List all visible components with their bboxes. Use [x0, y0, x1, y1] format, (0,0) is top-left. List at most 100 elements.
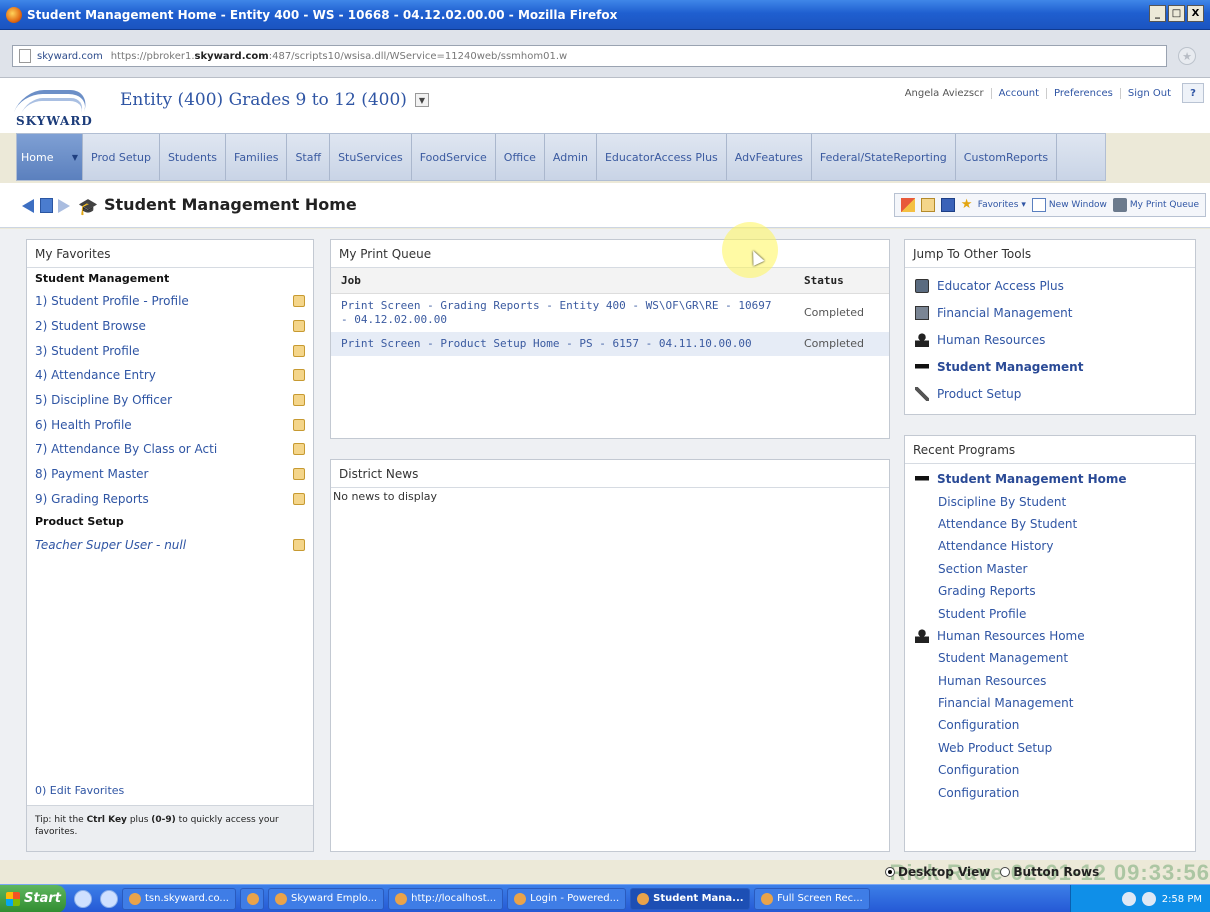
alert-icon[interactable] [900, 198, 915, 212]
favorite-item[interactable]: Teacher Super User - null [27, 532, 313, 557]
favorite-item[interactable]: 6) Health Profile [27, 412, 313, 437]
nav-item[interactable]: Staff [287, 134, 331, 180]
nav-item[interactable]: Students [160, 134, 226, 180]
nav-item[interactable]: Custom Reports [956, 134, 1058, 180]
window-titlebar: Student Management Home - Entity 400 - W… [0, 0, 1210, 30]
note-icon[interactable] [293, 295, 305, 308]
taskbar-button[interactable]: Skyward Emplo... [267, 887, 385, 910]
minimize-button[interactable]: _ [1149, 5, 1166, 22]
jump-tool-link[interactable]: Human Resources [905, 326, 1195, 353]
table-row[interactable]: Print Screen - Product Setup Home - PS -… [331, 332, 889, 356]
entity-selector[interactable]: Entity (400) Grades 9 to 12 (400) ▼ [120, 90, 429, 110]
table-row[interactable]: Print Screen - Grading Reports - Entity … [331, 294, 889, 333]
nav-item[interactable]: Food Service [412, 134, 496, 180]
favorite-item[interactable]: 5) Discipline By Officer [27, 388, 313, 413]
quicklaunch-app-icon[interactable] [100, 889, 118, 908]
favorite-item[interactable]: 4) Attendance Entry [27, 363, 313, 388]
favorite-number: 5) [35, 393, 48, 408]
save-icon[interactable] [940, 198, 955, 212]
nav-item[interactable]: Families [226, 134, 288, 180]
print-job-link[interactable]: Print Screen - Grading Reports - Entity … [331, 294, 794, 333]
recent-program-link[interactable]: Attendance History [905, 535, 1195, 557]
print-queue-button[interactable]: My Print Queue [1112, 198, 1199, 212]
quicklaunch-browser-icon[interactable] [74, 889, 92, 908]
new-window-button[interactable]: New Window [1031, 198, 1107, 212]
edit-favorites-link[interactable]: 0) Edit Favorites [35, 784, 124, 797]
nav-item[interactable]: Federal/State Reporting [812, 134, 956, 180]
start-button[interactable]: Start [0, 884, 66, 912]
favorite-item[interactable]: 9) Grading Reports [27, 487, 313, 512]
jump-tools-title: Jump To Other Tools [905, 240, 1195, 268]
jump-tool-link[interactable]: Financial Management [905, 299, 1195, 326]
recent-program-link[interactable]: Attendance By Student [905, 513, 1195, 535]
recent-program-link[interactable]: Section Master [905, 558, 1195, 580]
note-icon[interactable] [293, 344, 305, 357]
taskbar-button[interactable]: tsn.skyward.co... [122, 887, 236, 910]
preferences-link[interactable]: Preferences [1046, 87, 1120, 99]
nav-item[interactable]: Stu Services [330, 134, 412, 180]
recent-program-link[interactable]: Financial Management [905, 692, 1195, 714]
nav-item[interactable]: Adv Features [727, 134, 812, 180]
recent-program-link[interactable]: Grading Reports [905, 580, 1195, 602]
close-button[interactable]: X [1187, 5, 1204, 22]
note-icon[interactable] [293, 538, 305, 551]
jump-tool-link[interactable]: Educator Access Plus [905, 272, 1195, 299]
recent-program-link[interactable]: Human Resources [905, 670, 1195, 692]
taskbar-button[interactable]: Full Screen Rec... [754, 887, 870, 910]
note-icon[interactable] [293, 418, 305, 431]
chevron-down-icon[interactable]: ▼ [414, 93, 429, 107]
bookmark-star-icon[interactable]: ★ [1178, 47, 1196, 65]
recent-program-link[interactable]: Human Resources Home [905, 625, 1195, 647]
sign-out-link[interactable]: Sign Out [1119, 87, 1178, 99]
recent-program-link[interactable]: Configuration [905, 759, 1195, 781]
note-icon[interactable] [293, 492, 305, 505]
chevron-down-icon[interactable]: ▼ [72, 151, 78, 164]
edit-icon[interactable] [920, 198, 935, 212]
taskbar-button[interactable]: Student Mana... [630, 887, 751, 910]
favorite-item[interactable]: 2) Student Browse [27, 314, 313, 339]
site-identity[interactable]: skyward.com [37, 51, 103, 62]
note-icon[interactable] [293, 320, 305, 333]
note-icon[interactable] [293, 369, 305, 382]
print-job-link[interactable]: Print Screen - Product Setup Home - PS -… [331, 332, 794, 356]
tray-icon[interactable] [1121, 892, 1136, 906]
account-link[interactable]: Account [990, 87, 1046, 99]
recent-program-link[interactable]: Configuration [905, 781, 1195, 803]
recent-program-link[interactable]: Student Management Home [905, 468, 1195, 490]
nav-item[interactable]: Office [496, 134, 545, 180]
back-arrow-icon[interactable] [22, 199, 34, 213]
button-rows-radio[interactable]: Button Rows [1000, 865, 1099, 879]
recent-program-link[interactable]: Web Product Setup [905, 737, 1195, 759]
jump-tool-link[interactable]: Student Management [905, 353, 1195, 380]
taskbar-button[interactable]: http://localhost... [388, 887, 504, 910]
maximize-button[interactable]: □ [1168, 5, 1185, 22]
address-bar[interactable]: skyward.com https://pbroker1. skyward.com… [12, 45, 1167, 67]
favorite-item-label: 8) Payment Master [35, 467, 149, 481]
help-button[interactable]: ? [1182, 83, 1204, 103]
note-icon[interactable] [293, 468, 305, 481]
window-icon[interactable] [40, 198, 53, 213]
nav-home[interactable]: Home ▼ [17, 134, 83, 180]
note-icon[interactable] [293, 443, 305, 456]
network-icon[interactable] [1141, 892, 1156, 906]
favorite-item[interactable]: 8) Payment Master [27, 462, 313, 487]
nav-item[interactable]: Educator Access Plus [597, 134, 727, 180]
favorite-item[interactable]: 7) Attendance By Class or Acti [27, 437, 313, 462]
taskbar-button[interactable]: Login - Powered... [507, 887, 627, 910]
note-icon[interactable] [293, 394, 305, 407]
print-queue-table: Job Status Print Screen - Grading Report… [331, 268, 889, 356]
nav-item-label: Food [419, 150, 447, 164]
desktop-view-radio[interactable]: Desktop View [885, 865, 990, 879]
recent-program-link[interactable]: Student Profile [905, 602, 1195, 624]
favorite-item[interactable]: 1) Student Profile - Profile [27, 289, 313, 314]
nav-item[interactable]: Prod Setup [83, 134, 160, 180]
favorite-item[interactable]: 3) Student Profile [27, 338, 313, 363]
recent-program-link[interactable]: Student Management [905, 647, 1195, 669]
forward-arrow-icon[interactable] [58, 199, 70, 213]
favorites-button[interactable]: ★ Favorites ▾ [961, 198, 1026, 212]
recent-program-link[interactable]: Configuration [905, 714, 1195, 736]
recent-program-link[interactable]: Discipline By Student [905, 490, 1195, 512]
jump-tool-link[interactable]: Product Setup [905, 380, 1195, 407]
nav-item[interactable]: Admin [545, 134, 597, 180]
taskbar-button[interactable] [239, 887, 264, 910]
